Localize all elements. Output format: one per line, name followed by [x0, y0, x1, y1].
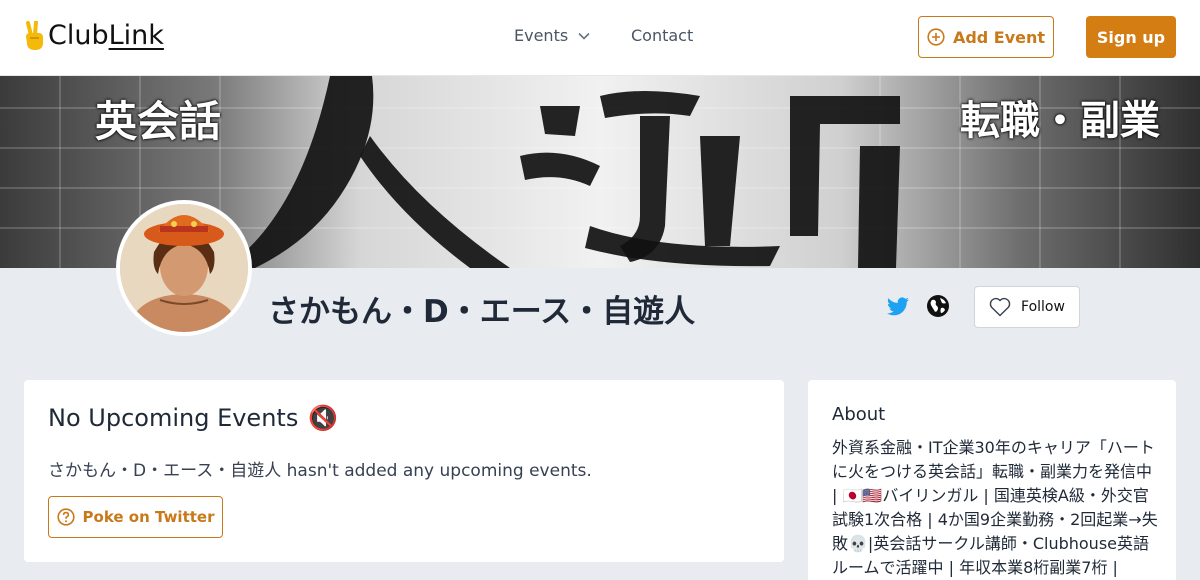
upcoming-events-card: No Upcoming Events 🔇 さかもん・D・エース・自遊人 hasn… — [24, 380, 784, 562]
nav-events-label: Events — [514, 26, 569, 45]
poke-on-twitter-label: Poke on Twitter — [82, 508, 215, 526]
nav-contact-link[interactable]: Contact — [631, 26, 693, 45]
about-heading: About — [832, 404, 886, 425]
follow-label: Follow — [1021, 299, 1065, 315]
logo-text-club: Club — [48, 20, 109, 51]
upcoming-events-heading: No Upcoming Events 🔇 — [48, 404, 338, 432]
add-event-button[interactable]: Add Event — [918, 16, 1054, 58]
question-circle-icon — [56, 508, 75, 526]
about-card: About 外資系金融・IT企業30年のキャリア「ハートに火をつける英会話」転職… — [808, 380, 1176, 580]
top-navbar: Club Link Events Contact Add Event Sign u… — [0, 0, 1200, 76]
nav-events-dropdown[interactable]: Events — [514, 26, 590, 45]
plus-circle-icon — [927, 28, 945, 46]
upcoming-events-description: さかもん・D・エース・自遊人 hasn't added any upcoming… — [48, 461, 592, 481]
sign-up-button[interactable]: Sign up — [1086, 16, 1176, 58]
poke-on-twitter-button[interactable]: Poke on Twitter — [48, 496, 223, 538]
banner-text-career: 転職・副業 — [960, 97, 1160, 144]
twitter-icon[interactable] — [886, 295, 910, 319]
upcoming-events-title: No Upcoming Events — [48, 404, 299, 432]
avatar-image — [120, 204, 248, 332]
add-event-label: Add Event — [952, 27, 1046, 47]
muted-speaker-icon: 🔇 — [308, 404, 339, 432]
chevron-down-icon — [578, 32, 590, 40]
profile-avatar — [116, 200, 252, 336]
logo-text-link: Link — [108, 20, 164, 51]
banner-text-english: 英会話 — [95, 97, 222, 146]
follow-button[interactable]: Follow — [974, 286, 1080, 328]
globe-icon[interactable] — [926, 294, 950, 318]
profile-name: さかもん・D・エース・自遊人 — [268, 294, 696, 330]
clublink-logo[interactable]: Club Link — [24, 20, 164, 51]
victory-hand-icon — [26, 20, 43, 50]
about-bio-text: 外資系金融・IT企業30年のキャリア「ハートに火をつける英会話」転職・副業力を発… — [832, 438, 1158, 577]
heart-icon — [989, 297, 1011, 317]
